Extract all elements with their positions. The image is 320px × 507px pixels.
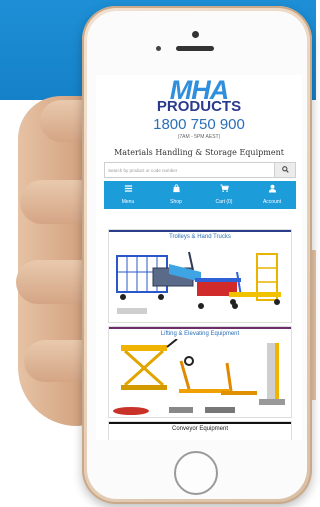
- nav-item-label: Cart (0): [215, 199, 233, 205]
- nav-item-label: Account: [262, 199, 282, 205]
- category-image-lifting: [109, 339, 291, 419]
- phone-number[interactable]: 1800 750 900: [96, 116, 302, 133]
- nav-bar: Menu Shop Cart (0) Account: [104, 181, 296, 209]
- category-title[interactable]: Conveyor Equipment: [109, 424, 291, 434]
- earpiece: [176, 46, 214, 51]
- search-bar: [104, 162, 296, 178]
- tagline: Materials Handling & Storage Equipment: [114, 148, 284, 157]
- home-button[interactable]: [174, 451, 218, 495]
- nav-item-label: Shop: [170, 199, 182, 205]
- hamburger-icon: [104, 184, 152, 197]
- nav-item-label: Menu: [121, 199, 135, 205]
- category-card-trolleys[interactable]: Trolleys & Hand Trucks: [108, 229, 292, 323]
- search-icon: [281, 166, 289, 173]
- category-title[interactable]: Trolleys & Hand Trucks: [109, 232, 291, 242]
- proximity-sensor: [156, 46, 161, 51]
- search-button[interactable]: [274, 163, 295, 177]
- user-icon: [248, 184, 296, 197]
- category-image-trolleys: [109, 242, 291, 322]
- category-card-conveyor[interactable]: Conveyor Equipment: [108, 421, 292, 440]
- shop-icon: [152, 184, 200, 197]
- nav-item-shop[interactable]: Shop: [152, 181, 200, 209]
- search-input[interactable]: [105, 163, 283, 177]
- business-hours: (7AM - 5PM AEST): [177, 134, 221, 140]
- logo-products-text: PRODUCTS: [156, 98, 242, 115]
- category-title[interactable]: Lifting & Elevating Equipment: [109, 329, 291, 339]
- nav-item-account[interactable]: Account: [248, 181, 296, 209]
- phone-screen: MHA PRODUCTS 1800 750 900 (7AM - 5PM AES…: [96, 75, 302, 440]
- cart-icon: [200, 184, 248, 197]
- nav-item-menu[interactable]: Menu: [104, 181, 152, 209]
- nav-item-cart[interactable]: Cart (0): [200, 181, 248, 209]
- category-card-lifting[interactable]: Lifting & Elevating Equipment: [108, 326, 292, 418]
- front-camera: [192, 31, 199, 38]
